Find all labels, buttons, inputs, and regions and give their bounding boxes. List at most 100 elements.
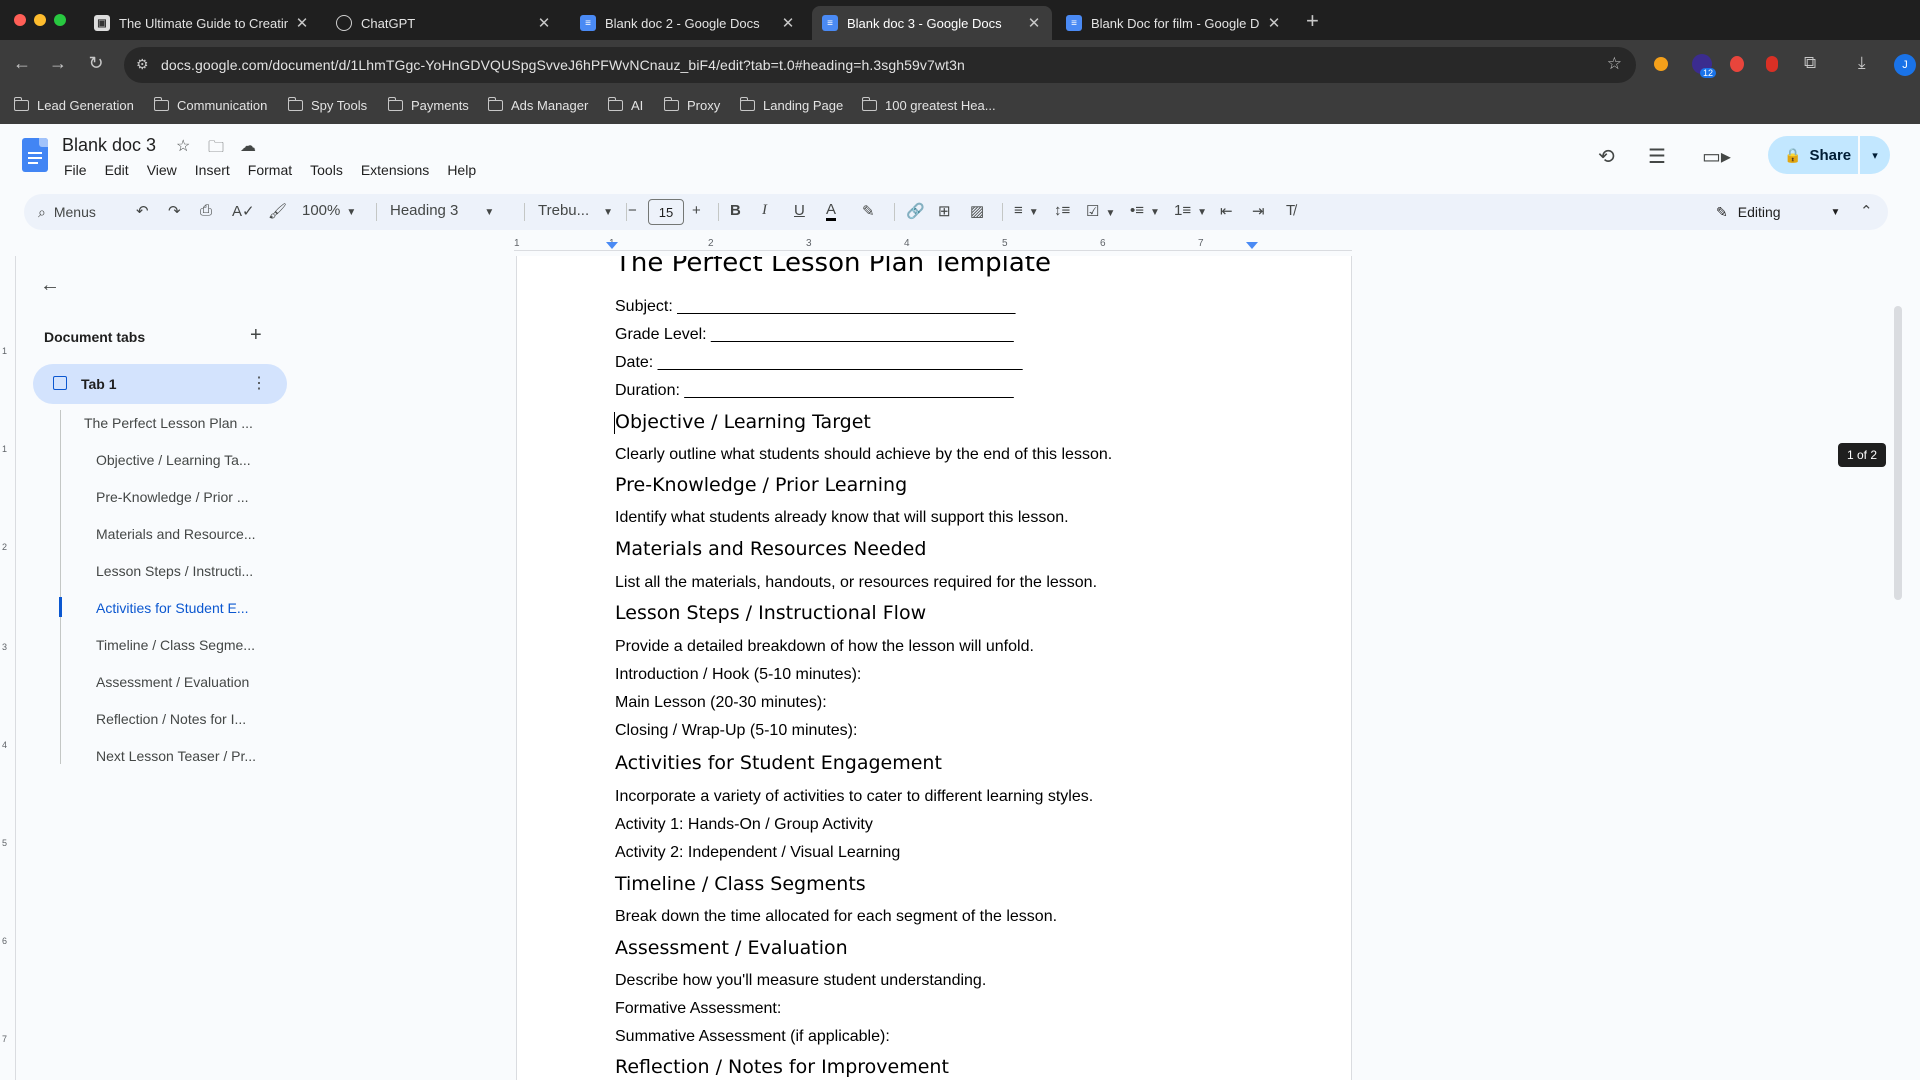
move-folder-icon[interactable]: 🗀	[208, 136, 224, 163]
close-outline-back-arrow-icon[interactable]: ←	[40, 274, 60, 297]
section-heading[interactable]: Reflection / Notes for Improvement	[615, 1056, 949, 1078]
search-menus-button[interactable]: ⌕ Menus	[28, 198, 128, 226]
spellcheck-icon[interactable]: A✓	[232, 202, 255, 220]
menu-extensions[interactable]: Extensions	[361, 162, 429, 178]
new-tab-plus-icon[interactable]: +	[1306, 8, 1319, 34]
profile-avatar[interactable]: J	[1894, 54, 1916, 76]
docs-logo-icon[interactable]	[22, 138, 48, 172]
text-color-icon[interactable]: A	[826, 202, 837, 221]
menu-insert[interactable]: Insert	[195, 162, 230, 178]
close-icon[interactable]: ✕	[536, 14, 552, 32]
bookmark-star-icon[interactable]: ☆	[1607, 54, 1622, 74]
font-family-select[interactable]: Trebu... ▼	[524, 202, 613, 219]
close-icon[interactable]: ✕	[780, 14, 796, 32]
outline-item[interactable]: Timeline / Class Segme...	[96, 637, 255, 653]
extensions-puzzle-icon[interactable]: ⧉	[1804, 53, 1816, 73]
highlight-color-icon[interactable]: ✎	[862, 202, 875, 220]
bookmark-folder[interactable]: AI	[607, 97, 643, 113]
forward-arrow-icon[interactable]: →	[46, 53, 70, 74]
paragraph[interactable]: Clearly outline what students should ach…	[615, 446, 1112, 464]
outline-item[interactable]: Materials and Resource...	[96, 526, 256, 542]
zoom-select[interactable]: 100% ▼	[302, 202, 356, 219]
comments-icon[interactable]: ☰	[1648, 144, 1666, 169]
vertical-scrollbar[interactable]	[1894, 306, 1902, 600]
editing-mode-select[interactable]: ✎ Editing ▼	[1704, 198, 1844, 226]
decrease-indent-icon[interactable]: ⇤	[1220, 202, 1233, 220]
section-heading[interactable]: Assessment / Evaluation	[615, 937, 848, 959]
more-options-icon[interactable]: ⋮	[251, 373, 267, 393]
version-history-icon[interactable]: ⟲	[1598, 144, 1615, 169]
extension-icon[interactable]	[1730, 56, 1744, 72]
share-button[interactable]: 🔒 Share	[1768, 136, 1858, 174]
paragraph[interactable]: Date: __________________________________…	[615, 354, 1023, 372]
browser-tab[interactable]: ChatGPT ✕	[326, 6, 562, 40]
bookmark-folder[interactable]: 100 greatest Hea...	[861, 97, 996, 113]
paragraph[interactable]: Introduction / Hook (5-10 minutes):	[615, 666, 861, 684]
paint-format-icon[interactable]: 🖌	[268, 202, 287, 220]
close-window-button[interactable]	[14, 14, 26, 26]
paragraph[interactable]: Activity 2: Independent / Visual Learnin…	[615, 844, 900, 862]
add-comment-icon[interactable]: ⊞	[938, 202, 951, 220]
close-icon[interactable]: ✕	[1026, 14, 1042, 32]
document-title[interactable]: Blank doc 3	[62, 135, 156, 156]
numbered-list-icon[interactable]: 1≡ ▼	[1174, 202, 1207, 219]
back-arrow-icon[interactable]: ←	[10, 53, 34, 74]
bookmark-folder[interactable]: Communication	[153, 97, 267, 113]
section-heading[interactable]: Timeline / Class Segments	[615, 873, 866, 895]
insert-link-icon[interactable]: 🔗	[906, 202, 925, 220]
bookmark-folder[interactable]: Lead Generation	[13, 97, 134, 113]
reload-icon[interactable]: ↻	[84, 53, 108, 74]
maximize-window-button[interactable]	[54, 14, 66, 26]
star-icon[interactable]: ☆	[176, 136, 190, 156]
browser-tab[interactable]: ≡ Blank Doc for film - Google D ✕	[1056, 6, 1292, 40]
paragraph[interactable]: Summative Assessment (if applicable):	[615, 1028, 890, 1046]
right-indent-marker[interactable]	[1246, 242, 1258, 249]
bold-icon[interactable]: B	[730, 202, 741, 219]
extension-icon[interactable]	[1654, 57, 1668, 71]
bookmark-folder[interactable]: Proxy	[663, 97, 720, 113]
menu-view[interactable]: View	[147, 162, 177, 178]
paragraph[interactable]: Break down the time allocated for each s…	[615, 908, 1057, 926]
paragraph[interactable]: Activity 1: Hands-On / Group Activity	[615, 816, 873, 834]
meet-video-icon[interactable]: ▭▸	[1702, 144, 1731, 169]
paragraph[interactable]: Formative Assessment:	[615, 1000, 781, 1018]
browser-tab[interactable]: ≡ Blank doc 2 - Google Docs ✕	[570, 6, 806, 40]
checklist-icon[interactable]: ☑ ▼	[1086, 202, 1115, 220]
browser-tab-active[interactable]: ≡ Blank doc 3 - Google Docs ✕	[812, 6, 1052, 40]
collapse-menus-chevron-up-icon[interactable]: ⌃	[1860, 202, 1873, 220]
outline-item[interactable]: Lesson Steps / Instructi...	[96, 563, 253, 579]
redo-icon[interactable]: ↷	[168, 202, 181, 220]
close-icon[interactable]: ✕	[294, 14, 310, 32]
add-tab-plus-icon[interactable]: +	[250, 324, 262, 347]
menu-help[interactable]: Help	[447, 162, 476, 178]
outline-item[interactable]: Objective / Learning Ta...	[96, 452, 251, 468]
paragraph[interactable]: Describe how you'll measure student unde…	[615, 972, 986, 990]
outline-item-active[interactable]: Activities for Student E...	[96, 600, 249, 616]
bulleted-list-icon[interactable]: •≡ ▼	[1130, 202, 1160, 219]
left-indent-marker[interactable]	[606, 242, 618, 249]
align-icon[interactable]: ≡ ▼	[1014, 202, 1039, 219]
section-heading[interactable]: Objective / Learning Target	[615, 411, 871, 433]
outline-item[interactable]: Reflection / Notes for I...	[96, 711, 246, 727]
insert-image-icon[interactable]: ▨	[970, 202, 984, 220]
minimize-window-button[interactable]	[34, 14, 46, 26]
increase-font-size-icon[interactable]: +	[692, 202, 701, 219]
section-heading[interactable]: Activities for Student Engagement	[615, 752, 942, 774]
section-heading[interactable]: Lesson Steps / Instructional Flow	[615, 602, 926, 624]
paragraph[interactable]: Closing / Wrap-Up (5-10 minutes):	[615, 722, 857, 740]
italic-icon[interactable]: I	[762, 202, 767, 219]
share-dropdown-chevron-icon[interactable]: ▾	[1860, 136, 1890, 174]
document-heading-title[interactable]: The Perfect Lesson Plan Template	[615, 256, 1051, 278]
site-settings-icon[interactable]: ⚙	[136, 56, 149, 73]
paragraph-style-select[interactable]: Heading 3 ▼	[390, 202, 494, 219]
decrease-font-size-icon[interactable]: −	[628, 202, 637, 219]
extension-icon[interactable]	[1766, 56, 1778, 72]
paragraph[interactable]: Subject: _______________________________…	[615, 298, 1015, 316]
paragraph[interactable]: Grade Level: ___________________________…	[615, 326, 1014, 344]
bookmark-folder[interactable]: Ads Manager	[487, 97, 588, 113]
paragraph[interactable]: Identify what students already know that…	[615, 509, 1069, 527]
paragraph[interactable]: Incorporate a variety of activities to c…	[615, 788, 1093, 806]
menu-file[interactable]: File	[64, 162, 87, 178]
download-icon[interactable]: ⤓	[1858, 53, 1866, 73]
underline-icon[interactable]: U	[794, 202, 805, 219]
